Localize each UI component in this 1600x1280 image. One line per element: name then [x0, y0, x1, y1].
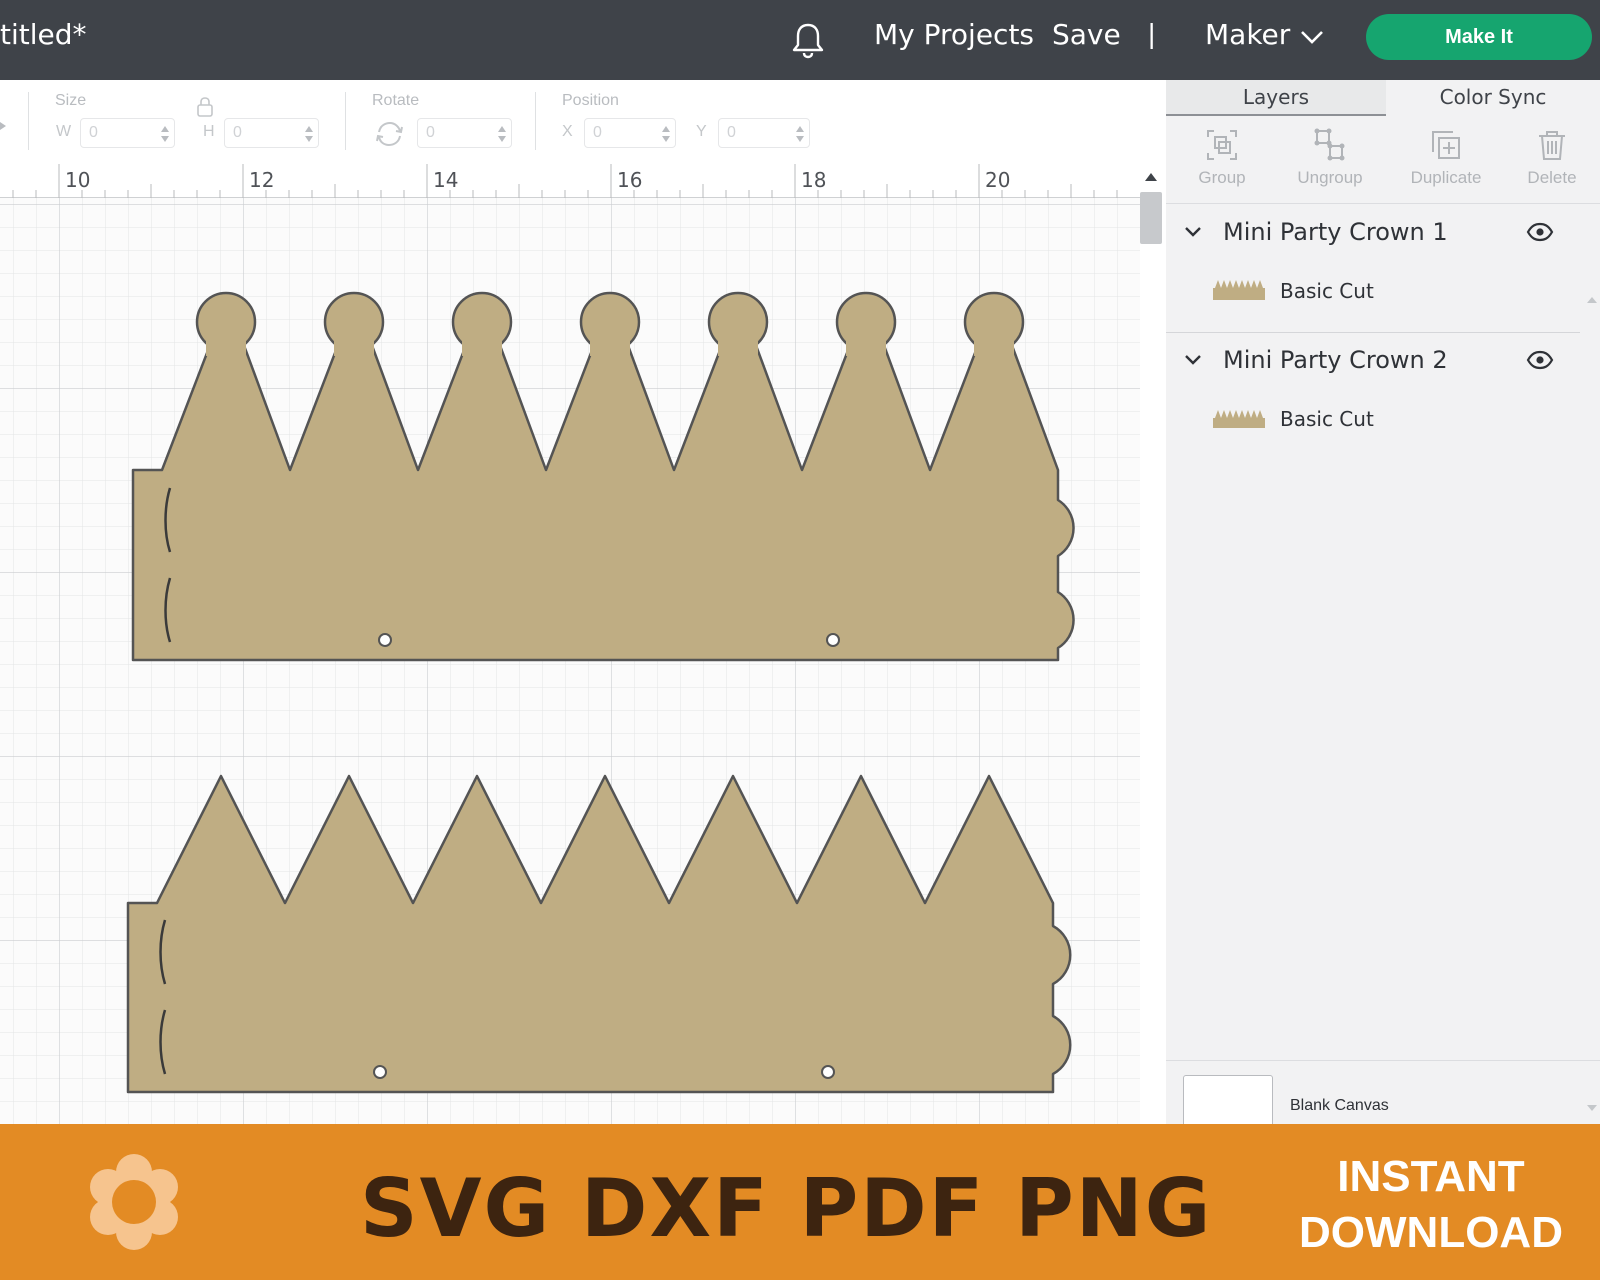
layer-row-1[interactable]: Mini Party Crown 1 [1166, 208, 1580, 258]
nav-separator: | [1148, 18, 1156, 49]
layer-tools: Group Ungroup Duplicate Delete [1166, 116, 1600, 204]
scroll-up-icon[interactable] [1586, 296, 1598, 304]
ruler-label: 18 [801, 168, 827, 192]
save-link[interactable]: Save [1052, 18, 1121, 51]
tab-color-sync[interactable]: Color Sync [1386, 80, 1600, 116]
height-value: 0 [233, 124, 242, 141]
machine-selector[interactable]: Maker [1205, 18, 1290, 51]
x-value: 0 [593, 124, 602, 141]
operation-label: Basic Cut [1280, 407, 1374, 431]
width-value: 0 [89, 124, 98, 141]
ungroup-button[interactable]: Ungroup [1280, 126, 1380, 196]
document-title[interactable]: titled* [0, 18, 87, 51]
top-bar: titled* My Projects Save | Maker Make It [0, 0, 1600, 80]
crown-hole [378, 633, 392, 647]
layer-operation-row-2[interactable]: Basic Cut [1166, 394, 1580, 444]
eye-icon[interactable] [1526, 222, 1554, 242]
layer-divider [1166, 332, 1580, 333]
tab-layers[interactable]: Layers [1166, 80, 1386, 116]
delete-button[interactable]: Delete [1502, 126, 1600, 196]
layers-panel: Layers Color Sync Group Ungroup Duplicat… [1166, 80, 1600, 1131]
make-it-button[interactable]: Make It [1366, 14, 1592, 60]
toolbar-divider [28, 92, 29, 150]
y-value: 0 [727, 124, 736, 141]
bell-icon[interactable] [790, 20, 826, 60]
ungroup-icon [1314, 128, 1345, 161]
y-input[interactable]: 0 [718, 118, 810, 148]
width-input[interactable]: 0 [80, 118, 175, 148]
height-input[interactable]: 0 [224, 118, 319, 148]
eye-icon[interactable] [1526, 350, 1554, 370]
rotate-label: Rotate [372, 92, 420, 109]
duplicate-icon [1432, 131, 1460, 159]
group-button[interactable]: Group [1172, 126, 1272, 196]
ruler-label: 14 [433, 168, 459, 192]
promo-banner: SVG DXF PDF PNG INSTANT DOWNLOAD [0, 1124, 1600, 1280]
horizontal-ruler: 10 12 14 16 18 20 [0, 164, 1140, 198]
toolbar-divider [535, 92, 536, 150]
crown-thumbnail-icon [1213, 410, 1265, 428]
panel-tabs: Layers Color Sync [1166, 80, 1600, 116]
canvas-grid [0, 198, 1140, 1124]
ruler-label: 10 [65, 168, 91, 192]
ruler-ticks [12, 164, 1118, 198]
chevron-down-icon[interactable] [1184, 354, 1202, 366]
toolbar-divider [345, 92, 346, 150]
blank-canvas-label: Blank Canvas [1290, 1097, 1389, 1114]
size-label: Size [55, 92, 87, 109]
blank-canvas-row[interactable]: Blank Canvas [1166, 1060, 1600, 1131]
download-text: DOWNLOAD [1299, 1208, 1563, 1257]
spinner-icon[interactable] [497, 124, 507, 144]
lock-icon[interactable] [196, 96, 214, 118]
width-axis-label: W [56, 123, 72, 140]
delete-label: Delete [1527, 168, 1577, 187]
layer-name: Mini Party Crown 2 [1223, 346, 1448, 374]
height-axis-label: H [203, 123, 215, 140]
spinner-icon[interactable] [795, 124, 805, 144]
scroll-up-icon[interactable] [1144, 172, 1158, 182]
crown-hole [373, 1065, 387, 1079]
group-label: Group [1198, 168, 1246, 187]
layer-row-2[interactable]: Mini Party Crown 2 [1166, 336, 1580, 386]
trash-icon [1539, 131, 1565, 160]
spinner-icon[interactable] [160, 124, 170, 144]
instant-text: INSTANT [1337, 1152, 1525, 1201]
ruler-label: 16 [617, 168, 643, 192]
ruler-label: 12 [249, 168, 275, 192]
rotate-icon[interactable] [374, 120, 404, 148]
rotate-input[interactable]: 0 [417, 118, 512, 148]
panel-scrollbar[interactable] [1584, 204, 1600, 1124]
rotate-value: 0 [426, 124, 435, 141]
x-axis-label: X [562, 123, 573, 140]
duplicate-button[interactable]: Duplicate [1396, 126, 1496, 196]
y-axis-label: Y [696, 123, 707, 140]
chevron-down-icon[interactable] [1184, 226, 1202, 238]
edit-toolbar: Size W 0 H 0 Rotate 0 Position X 0 Y 0 [0, 80, 1166, 164]
spinner-icon[interactable] [661, 124, 671, 144]
file-formats-text: SVG DXF PDF PNG [360, 1162, 1213, 1255]
layer-name: Mini Party Crown 1 [1223, 218, 1448, 246]
crown-hole [821, 1065, 835, 1079]
flower-icon [90, 1154, 178, 1250]
x-input[interactable]: 0 [584, 118, 676, 148]
position-label: Position [562, 92, 619, 109]
group-icon [1207, 130, 1237, 160]
my-projects-link[interactable]: My Projects [874, 18, 1034, 51]
operation-label: Basic Cut [1280, 279, 1374, 303]
scrollbar-thumb[interactable] [1140, 192, 1162, 244]
blank-canvas-swatch[interactable] [1183, 1075, 1273, 1131]
design-canvas[interactable]: 10 12 14 16 18 20 [0, 164, 1140, 1124]
ungroup-label: Ungroup [1297, 168, 1363, 187]
canvas-scrollbar[interactable] [1140, 164, 1166, 1124]
layer-operation-row-1[interactable]: Basic Cut [1166, 266, 1580, 316]
crown-thumbnail-icon [1213, 280, 1265, 300]
spinner-icon[interactable] [304, 124, 314, 144]
ruler-label: 20 [985, 168, 1011, 192]
toolbar-chevron-icon[interactable] [0, 120, 8, 132]
crown-hole [826, 633, 840, 647]
duplicate-label: Duplicate [1410, 168, 1482, 187]
app-window: titled* My Projects Save | Maker Make It… [0, 0, 1600, 1280]
chevron-down-icon[interactable] [1298, 28, 1326, 46]
